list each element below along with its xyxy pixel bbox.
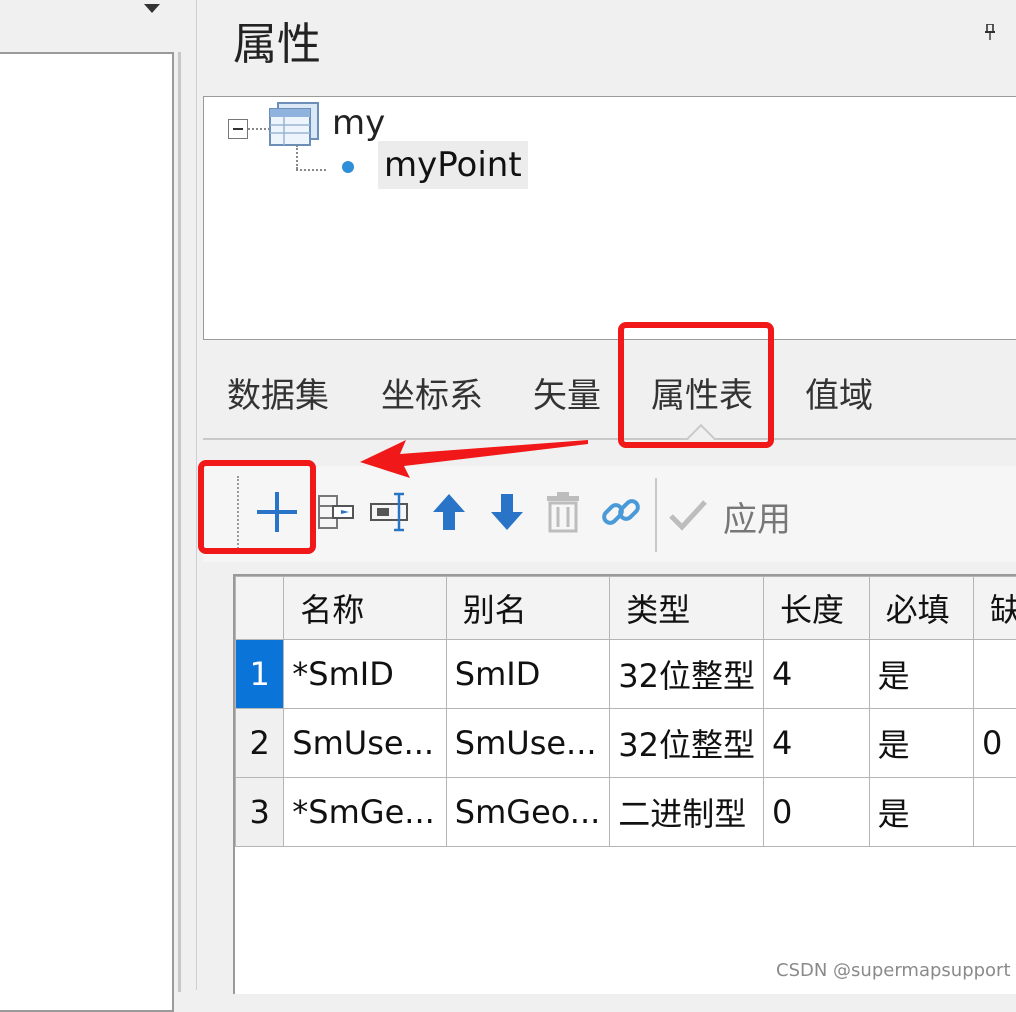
tree-item-mypoint[interactable]: myPoint: [378, 141, 528, 189]
cell-length[interactable]: 4: [764, 709, 870, 778]
annotation-highlight-add-button: [198, 460, 316, 554]
column-header-name[interactable]: 名称: [284, 577, 446, 640]
tabs-divider: [203, 438, 1016, 440]
grid-corner-cell[interactable]: [236, 577, 284, 640]
point-dataset-icon: [342, 161, 354, 173]
column-header-length[interactable]: 长度: [764, 577, 870, 640]
apply-button[interactable]: 应用: [723, 492, 791, 541]
cell-required[interactable]: 是: [869, 640, 973, 709]
dataset-tree: my myPoint: [203, 96, 1016, 340]
annotation-arrow-icon: [360, 436, 590, 480]
tree-item-my[interactable]: my: [332, 103, 385, 143]
cell-name[interactable]: *SmGe...: [284, 778, 446, 847]
link-icon[interactable]: [597, 488, 645, 536]
tree-connector: [296, 169, 326, 171]
tab-vector[interactable]: 矢量: [533, 368, 601, 417]
arrow-down-icon[interactable]: [483, 488, 531, 536]
cell-default[interactable]: [973, 640, 1016, 709]
tab-domain[interactable]: 值域: [805, 368, 873, 417]
left-scrollbar[interactable]: [178, 52, 181, 992]
column-header-required[interactable]: 必填: [869, 577, 973, 640]
collapse-toggle-icon[interactable]: [228, 119, 248, 139]
cell-type[interactable]: 二进制型: [610, 778, 764, 847]
cell-length[interactable]: 0: [764, 778, 870, 847]
table-header-row: 名称 别名 类型 长度 必填 缺: [236, 577, 1016, 640]
row-number[interactable]: 3: [236, 778, 284, 847]
cell-required[interactable]: 是: [869, 709, 973, 778]
pin-icon[interactable]: [985, 24, 995, 40]
toolbar-separator: [655, 478, 657, 552]
checkmark-icon[interactable]: [667, 494, 709, 536]
column-header-type[interactable]: 类型: [610, 577, 764, 640]
table-row[interactable]: 2 SmUse... SmUse... 32位整型 4 是 0: [236, 709, 1016, 778]
cell-length[interactable]: 4: [764, 640, 870, 709]
arrow-up-icon[interactable]: [425, 488, 473, 536]
properties-panel: 属性 my myPoint 数据集 坐标系 矢量 属性表 值域: [196, 0, 1016, 990]
watermark: CSDN @supermapsupport: [776, 960, 1011, 981]
cell-default[interactable]: [973, 778, 1016, 847]
dropdown-arrow-icon[interactable]: [144, 4, 160, 13]
column-header-default[interactable]: 缺: [973, 577, 1016, 640]
tab-coordinate-system[interactable]: 坐标系: [381, 368, 483, 417]
cell-type[interactable]: 32位整型: [610, 640, 764, 709]
field-edit-icon[interactable]: [367, 488, 415, 536]
cell-required[interactable]: 是: [869, 778, 973, 847]
field-toolbar: 应用: [203, 466, 1016, 562]
dataset-table-icon: [268, 101, 320, 147]
table-row[interactable]: 1 *SmID SmID 32位整型 4 是: [236, 640, 1016, 709]
annotation-highlight-tab: [618, 322, 774, 448]
tab-dataset[interactable]: 数据集: [227, 368, 329, 417]
tree-connector: [296, 145, 298, 169]
row-number[interactable]: 1: [236, 640, 284, 709]
left-list-panel[interactable]: [0, 52, 174, 1012]
cell-default[interactable]: 0: [973, 709, 1016, 778]
cell-name[interactable]: SmUse...: [284, 709, 446, 778]
left-pane: [0, 0, 190, 990]
attribute-field-table: 名称 别名 类型 长度 必填 缺 1 *SmID SmID 32位整型 4 是 …: [233, 574, 1016, 994]
cell-name[interactable]: *SmID: [284, 640, 446, 709]
column-header-alias[interactable]: 别名: [446, 577, 609, 640]
cell-alias[interactable]: SmGeo...: [446, 778, 609, 847]
cell-alias[interactable]: SmID: [446, 640, 609, 709]
table-row[interactable]: 3 *SmGe... SmGeo... 二进制型 0 是: [236, 778, 1016, 847]
insert-field-icon[interactable]: [311, 488, 359, 536]
panel-title: 属性: [233, 8, 321, 72]
cell-alias[interactable]: SmUse...: [446, 709, 609, 778]
tree-connector: [248, 128, 270, 130]
row-number[interactable]: 2: [236, 709, 284, 778]
trash-icon[interactable]: [539, 488, 587, 536]
cell-type[interactable]: 32位整型: [610, 709, 764, 778]
